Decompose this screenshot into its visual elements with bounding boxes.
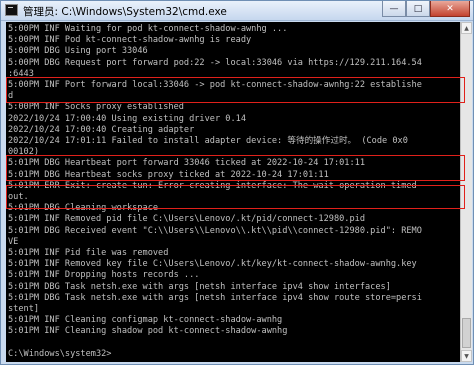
console-line: 5:00PM INF Socks proxy established xyxy=(8,102,184,113)
console-line: VE xyxy=(8,236,19,247)
console-line: 5:01PM INF Removed key file C:\Users\Len… xyxy=(8,259,417,270)
console-line: 2022/10/24 17:00:40 Using existing drive… xyxy=(8,113,246,124)
console-line: 5:01PM DBG Received event "C:\\Users\\Le… xyxy=(8,225,422,236)
console-line: 2022/10/24 17:00:40 Creating adapter xyxy=(8,124,195,135)
console-line: 5:00PM DBG Request port forward pod:22 -… xyxy=(8,57,422,68)
scroll-down-arrow-icon[interactable]: ▼ xyxy=(461,350,472,362)
minimize-button[interactable]: — xyxy=(382,1,406,17)
console-line: 5:01PM INF Removed pid file C:\Users\Len… xyxy=(8,214,365,225)
cmd-window: 管理员: C:\Windows\System32\cmd.exe — □ ✕ 5… xyxy=(0,0,474,365)
scroll-up-arrow-icon[interactable]: ▲ xyxy=(461,22,472,34)
console-line: 5:01PM DBG Task netsh.exe with args [net… xyxy=(8,292,422,303)
console-line: 5:00PM DBG Using port 33046 xyxy=(8,46,148,57)
console-line: C:\Windows\system32> xyxy=(8,348,112,359)
close-button[interactable]: ✕ xyxy=(430,1,470,17)
console-line: 5:00PM INF Waiting for pod kt-connect-sh… xyxy=(8,24,288,34)
error-highlight-box-exit xyxy=(6,185,465,209)
window-title: 管理员: C:\Windows\System32\cmd.exe xyxy=(23,6,227,18)
console-line: 5:01PM INF Dropping hosts records ... xyxy=(8,270,200,281)
console-line: 2022/10/24 17:01:11 Failed to install ad… xyxy=(8,136,408,146)
window-controls: — □ ✕ xyxy=(382,1,470,18)
console-line: 5:01PM DBG Task netsh.exe with args [net… xyxy=(8,281,391,292)
scroll-thumb[interactable] xyxy=(462,318,471,348)
maximize-button[interactable]: □ xyxy=(406,1,430,17)
cmd-app-icon xyxy=(5,4,18,16)
console-line: stent] xyxy=(8,304,40,314)
error-highlight-box-adapter xyxy=(6,155,465,181)
console-line: 5:01PM INF Pid file was removed xyxy=(8,248,169,258)
console-line: 5:01PM INF Cleaning shadow pod kt-connec… xyxy=(8,326,288,337)
console-line: 5:00PM INF Pod kt-connect-shadow-awnhg i… xyxy=(8,35,252,46)
title-bar[interactable]: 管理员: C:\Windows\System32\cmd.exe — □ ✕ xyxy=(1,1,473,21)
error-highlight-box-port-forward xyxy=(6,77,465,103)
console-line: 5:01PM INF Cleaning configmap kt-connect… xyxy=(8,315,283,326)
